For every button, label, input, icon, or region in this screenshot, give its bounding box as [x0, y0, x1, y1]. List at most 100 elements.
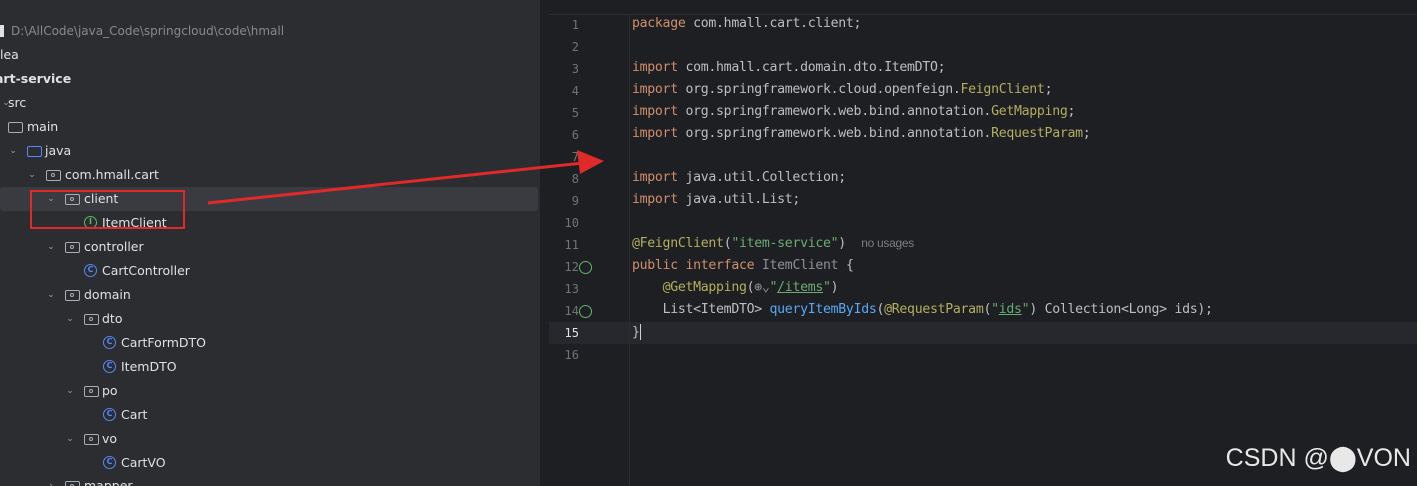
- tree-item-label: po: [102, 383, 118, 398]
- tree-item-main[interactable]: main: [0, 115, 540, 139]
- tree-item-idea[interactable]: lea: [0, 43, 540, 67]
- line-number: 16: [564, 348, 579, 362]
- tree-item-cart[interactable]: C Cart: [0, 403, 540, 427]
- panel-splitter[interactable]: [540, 0, 549, 486]
- chevron-down-icon[interactable]: ⌄: [64, 379, 76, 403]
- line-number: 7: [571, 150, 579, 164]
- tree-item-label: Cart: [121, 407, 148, 422]
- code-line-4: import org.springframework.cloud.openfei…: [632, 82, 1053, 97]
- class-icon: C: [84, 264, 97, 277]
- package-icon: [65, 290, 80, 301]
- tree-item-itemdto[interactable]: C ItemDTO: [0, 355, 540, 379]
- chevron-down-icon[interactable]: ⌄: [64, 307, 76, 331]
- code-line-9: import java.util.List;: [632, 192, 801, 207]
- package-icon: [65, 242, 80, 253]
- tree-item-domain[interactable]: ⌄ domain: [0, 283, 540, 307]
- tree-item-mapper[interactable]: › mapper: [0, 474, 540, 486]
- module-marker-icon: [0, 25, 4, 37]
- project-tree-panel: D:\AllCode\java_Code\springcloud\code\hm…: [0, 0, 540, 486]
- tree-item-label: ItemDTO: [121, 359, 177, 374]
- tree-item-cartformdto[interactable]: C CartFormDTO: [0, 331, 540, 355]
- tree-item-label: domain: [84, 287, 131, 302]
- gutter-separator: [629, 14, 630, 486]
- package-icon: [65, 481, 80, 486]
- code-line-14: List<ItemDTO> queryItemByIds(@RequestPar…: [662, 302, 1213, 317]
- tree-item-label: vo: [102, 431, 118, 446]
- tree-item-label: dto: [102, 311, 123, 326]
- code-line-5: import org.springframework.web.bind.anno…: [632, 104, 1076, 119]
- chevron-down-icon[interactable]: ⌄: [7, 139, 19, 163]
- tree-item-vo[interactable]: ⌄ vo: [0, 427, 540, 451]
- code-line-15: }: [632, 324, 641, 340]
- line-number: 13: [564, 282, 579, 296]
- class-icon: C: [103, 360, 116, 373]
- line-number: 11: [564, 238, 579, 252]
- highlight-box: [30, 190, 185, 229]
- line-number: 10: [564, 216, 579, 230]
- code-line-12: public interface ItemClient {: [632, 258, 854, 273]
- package-icon: [84, 386, 99, 397]
- text-cursor: [639, 324, 641, 340]
- tree-item-label: src: [8, 95, 27, 110]
- chevron-right-icon[interactable]: ›: [45, 474, 57, 486]
- root-path: D:\AllCode\java_Code\springcloud\code\hm…: [11, 24, 285, 38]
- code-line-3: import com.hmall.cart.domain.dto.ItemDTO…: [632, 60, 946, 75]
- code-line-1: package com.hmall.cart.client;: [632, 16, 862, 31]
- package-icon: [84, 314, 99, 325]
- code-line-8: import java.util.Collection;: [632, 170, 846, 185]
- tree-item-cart-service[interactable]: art-service: [0, 67, 540, 91]
- line-number: 3: [571, 62, 579, 76]
- line-number: 14: [564, 304, 579, 318]
- chevron-down-icon[interactable]: ⌄: [26, 163, 38, 187]
- current-line-highlight: [549, 322, 1417, 344]
- line-number: 9: [571, 194, 579, 208]
- tree-item-po[interactable]: ⌄ po: [0, 379, 540, 403]
- code-editor[interactable]: 1 2 3 4 5 6 7 8 9 11 10 12 13 14 15 16 p…: [549, 0, 1417, 486]
- globe-icon: ⊕⌄: [754, 280, 770, 295]
- tree-item-label: controller: [84, 239, 144, 254]
- package-icon: [84, 434, 99, 445]
- tree-item-cartvo[interactable]: C CartVO: [0, 451, 540, 475]
- usages-hint: no usages: [861, 236, 914, 250]
- tree-item-label: lea: [0, 47, 19, 62]
- tree-item-label: main: [27, 119, 59, 134]
- class-icon: C: [103, 336, 116, 349]
- line-number-current: 15: [564, 326, 579, 340]
- chevron-down-icon[interactable]: ⌄: [64, 427, 76, 451]
- chevron-down-icon[interactable]: ⌄: [45, 235, 57, 259]
- implemented-gutter-icon[interactable]: [579, 261, 592, 274]
- tree-item-controller[interactable]: ⌄ controller: [0, 235, 540, 259]
- package-icon: [46, 170, 61, 181]
- code-line-6: import org.springframework.web.bind.anno…: [632, 126, 1091, 141]
- line-number: 5: [571, 106, 579, 120]
- source-folder-icon: [27, 146, 42, 157]
- tree-item-package-root[interactable]: ⌄ com.hmall.cart: [0, 163, 540, 187]
- line-number: 12: [564, 260, 579, 274]
- line-number: 2: [571, 40, 579, 54]
- tree-item-label: CartController: [102, 263, 190, 278]
- tree-item-label: art-service: [0, 71, 72, 86]
- chevron-down-icon[interactable]: ⌄: [45, 283, 57, 307]
- watermark: CSDN @⬤VON: [1225, 444, 1411, 472]
- class-icon: C: [103, 408, 116, 421]
- tree-item-cartcontroller[interactable]: C CartController: [0, 259, 540, 283]
- tree-item-java[interactable]: ⌄ java: [0, 139, 540, 163]
- tree-item-label: CartFormDTO: [121, 335, 207, 350]
- code-line-11: @FeignClient("item-service") no usages: [632, 236, 914, 251]
- line-number: 8: [571, 172, 579, 186]
- implemented-method-gutter-icon[interactable]: [579, 305, 592, 318]
- tree-item-label: mapper: [84, 478, 133, 486]
- tree-item-label: CartVO: [121, 455, 166, 470]
- folder-icon: [8, 122, 23, 133]
- tree-item-label: java: [45, 143, 72, 158]
- tree-root-row[interactable]: D:\AllCode\java_Code\springcloud\code\hm…: [0, 19, 540, 43]
- line-number: 6: [571, 128, 579, 142]
- code-line-13: @GetMapping(⊕⌄"/items"): [662, 280, 839, 295]
- tree-item-label: com.hmall.cart: [65, 167, 159, 182]
- line-number: 4: [571, 84, 579, 98]
- line-number: 1: [571, 18, 579, 32]
- class-icon: C: [103, 456, 116, 469]
- tree-item-src[interactable]: ⌄ src: [0, 91, 540, 115]
- tree-item-dto[interactable]: ⌄ dto: [0, 307, 540, 331]
- editor-top-strip: [549, 0, 1417, 15]
